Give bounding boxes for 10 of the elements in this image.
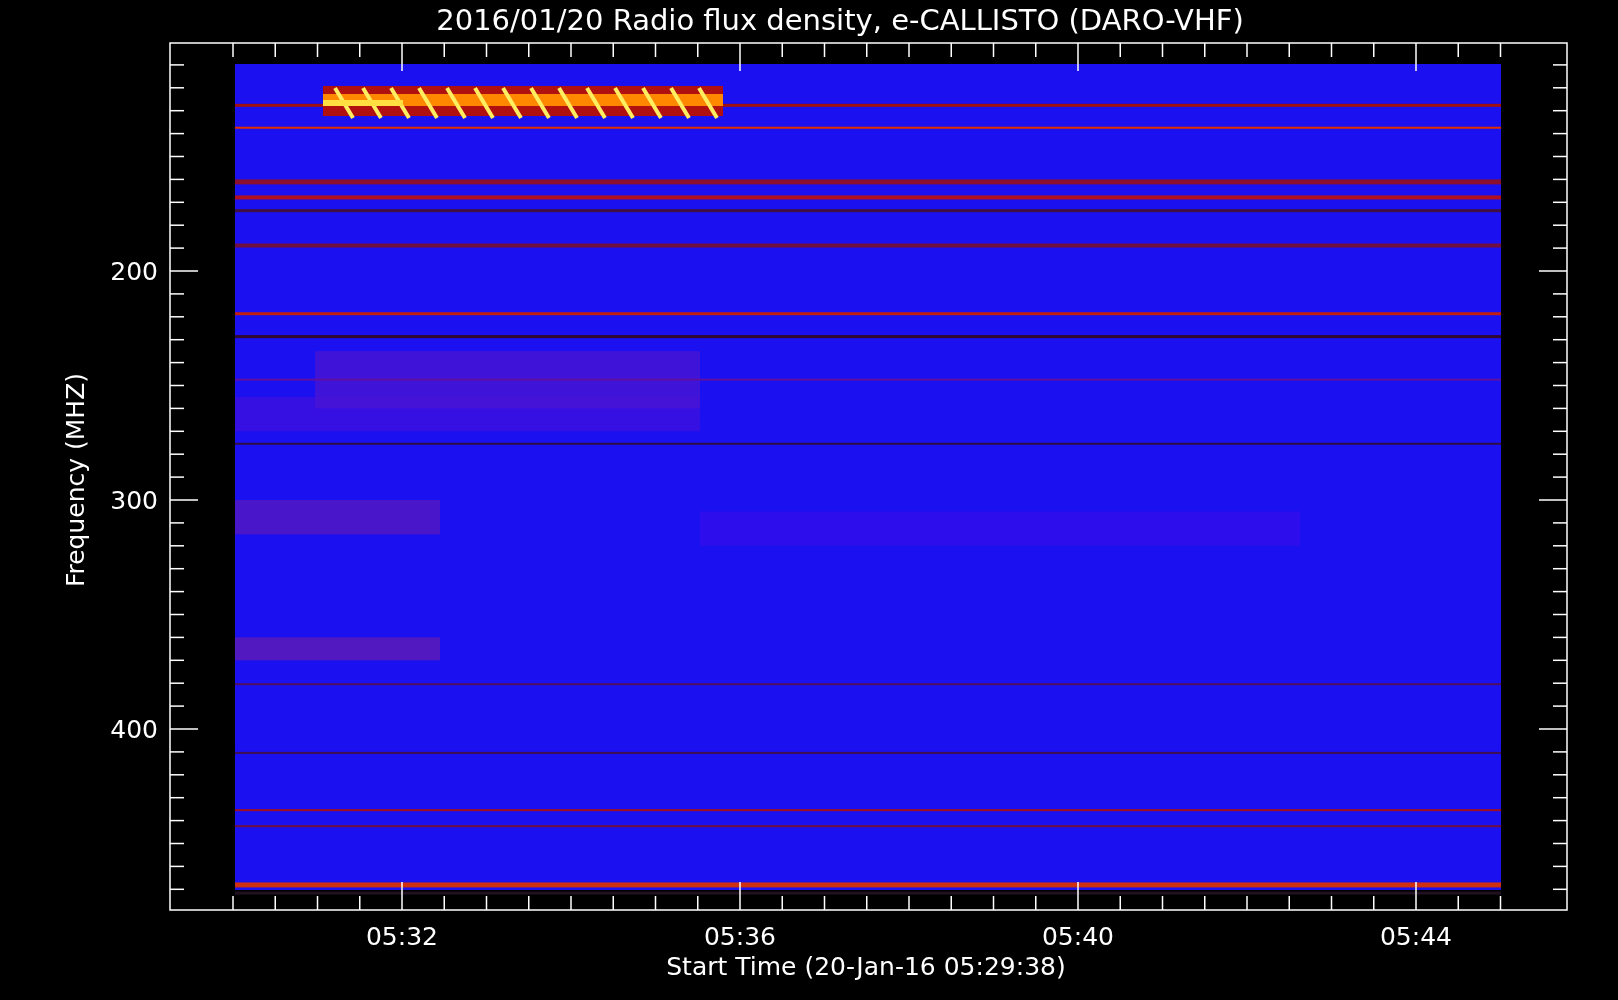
x-tick-label: 05:44 <box>1380 922 1452 951</box>
y-tick-label: 300 <box>110 486 158 515</box>
y-axis-label: Frequency (MHZ) <box>61 372 90 588</box>
y-tick-label: 400 <box>110 715 158 744</box>
x-axis-label: Start Time (20-Jan-16 05:29:38) <box>666 952 1066 981</box>
chart-title: 2016/01/20 Radio flux density, e-CALLISTO (DARO-VHF) <box>436 3 1244 37</box>
x-tick-label: 05:40 <box>1042 922 1114 951</box>
y-tick-label: 200 <box>110 257 158 286</box>
x-tick-label: 05:32 <box>366 922 438 951</box>
x-tick-label: 05:36 <box>704 922 776 951</box>
